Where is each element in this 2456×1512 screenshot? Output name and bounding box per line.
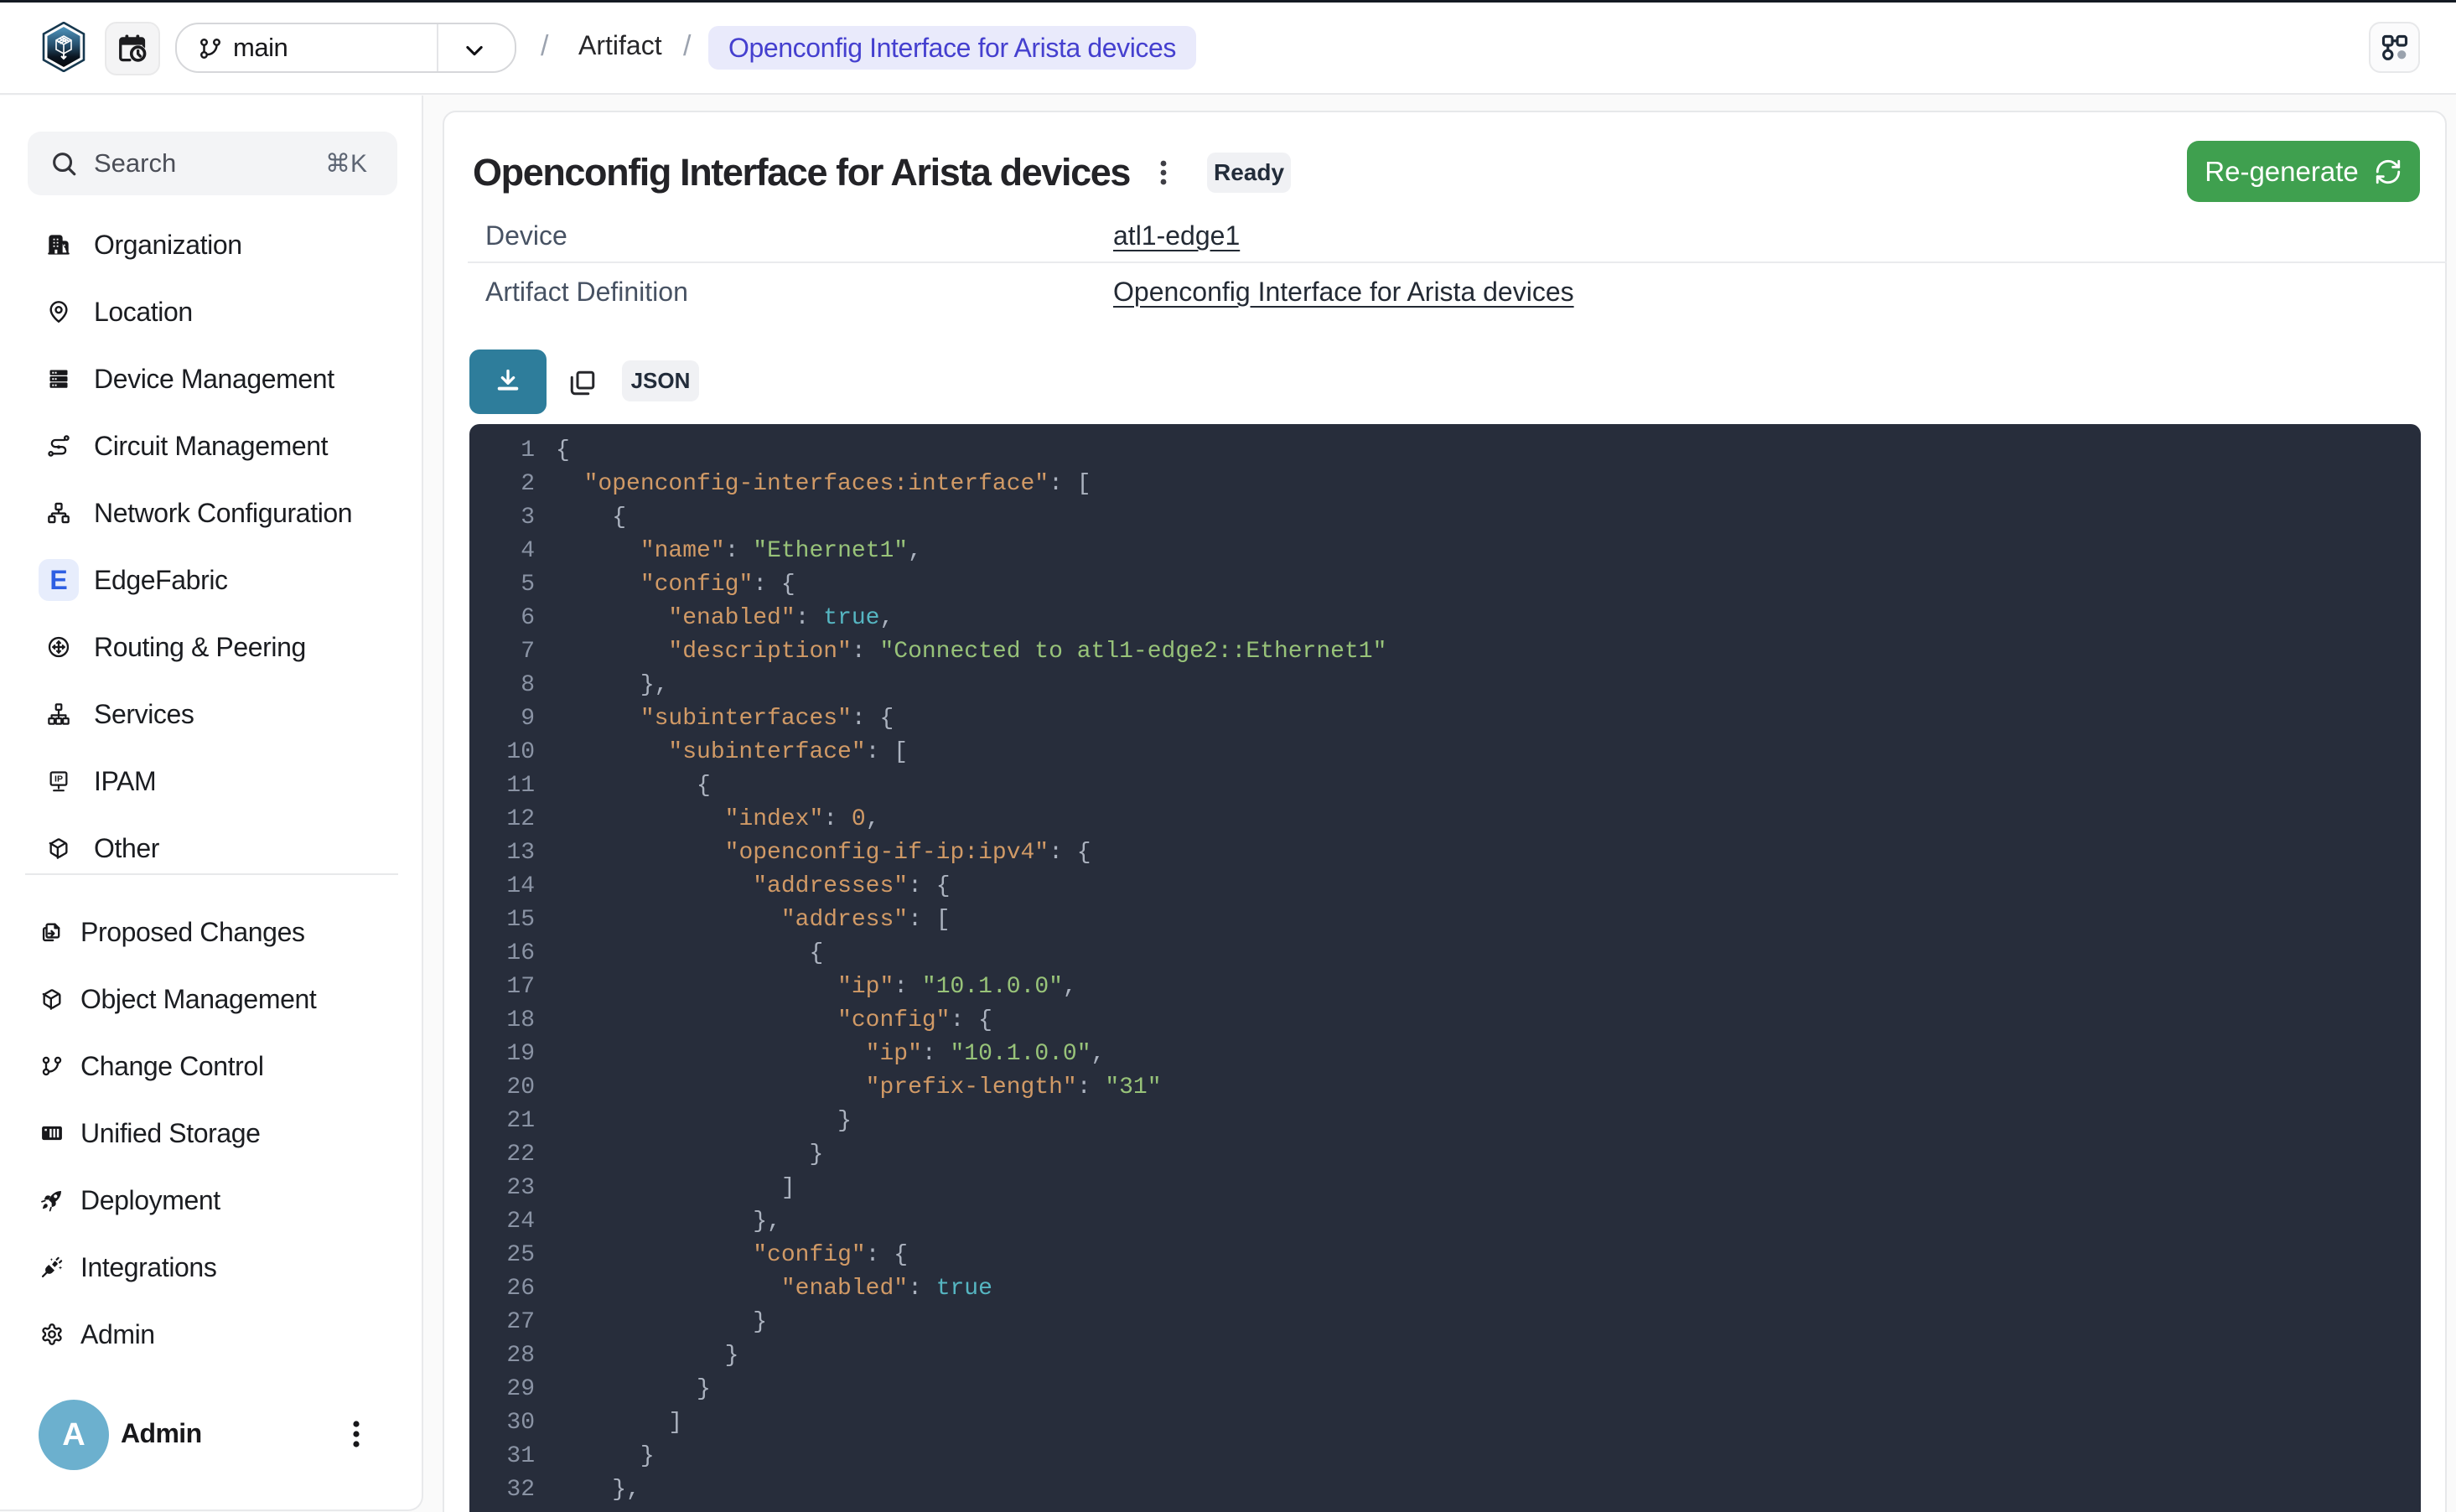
svg-text:IP: IP (54, 774, 63, 784)
